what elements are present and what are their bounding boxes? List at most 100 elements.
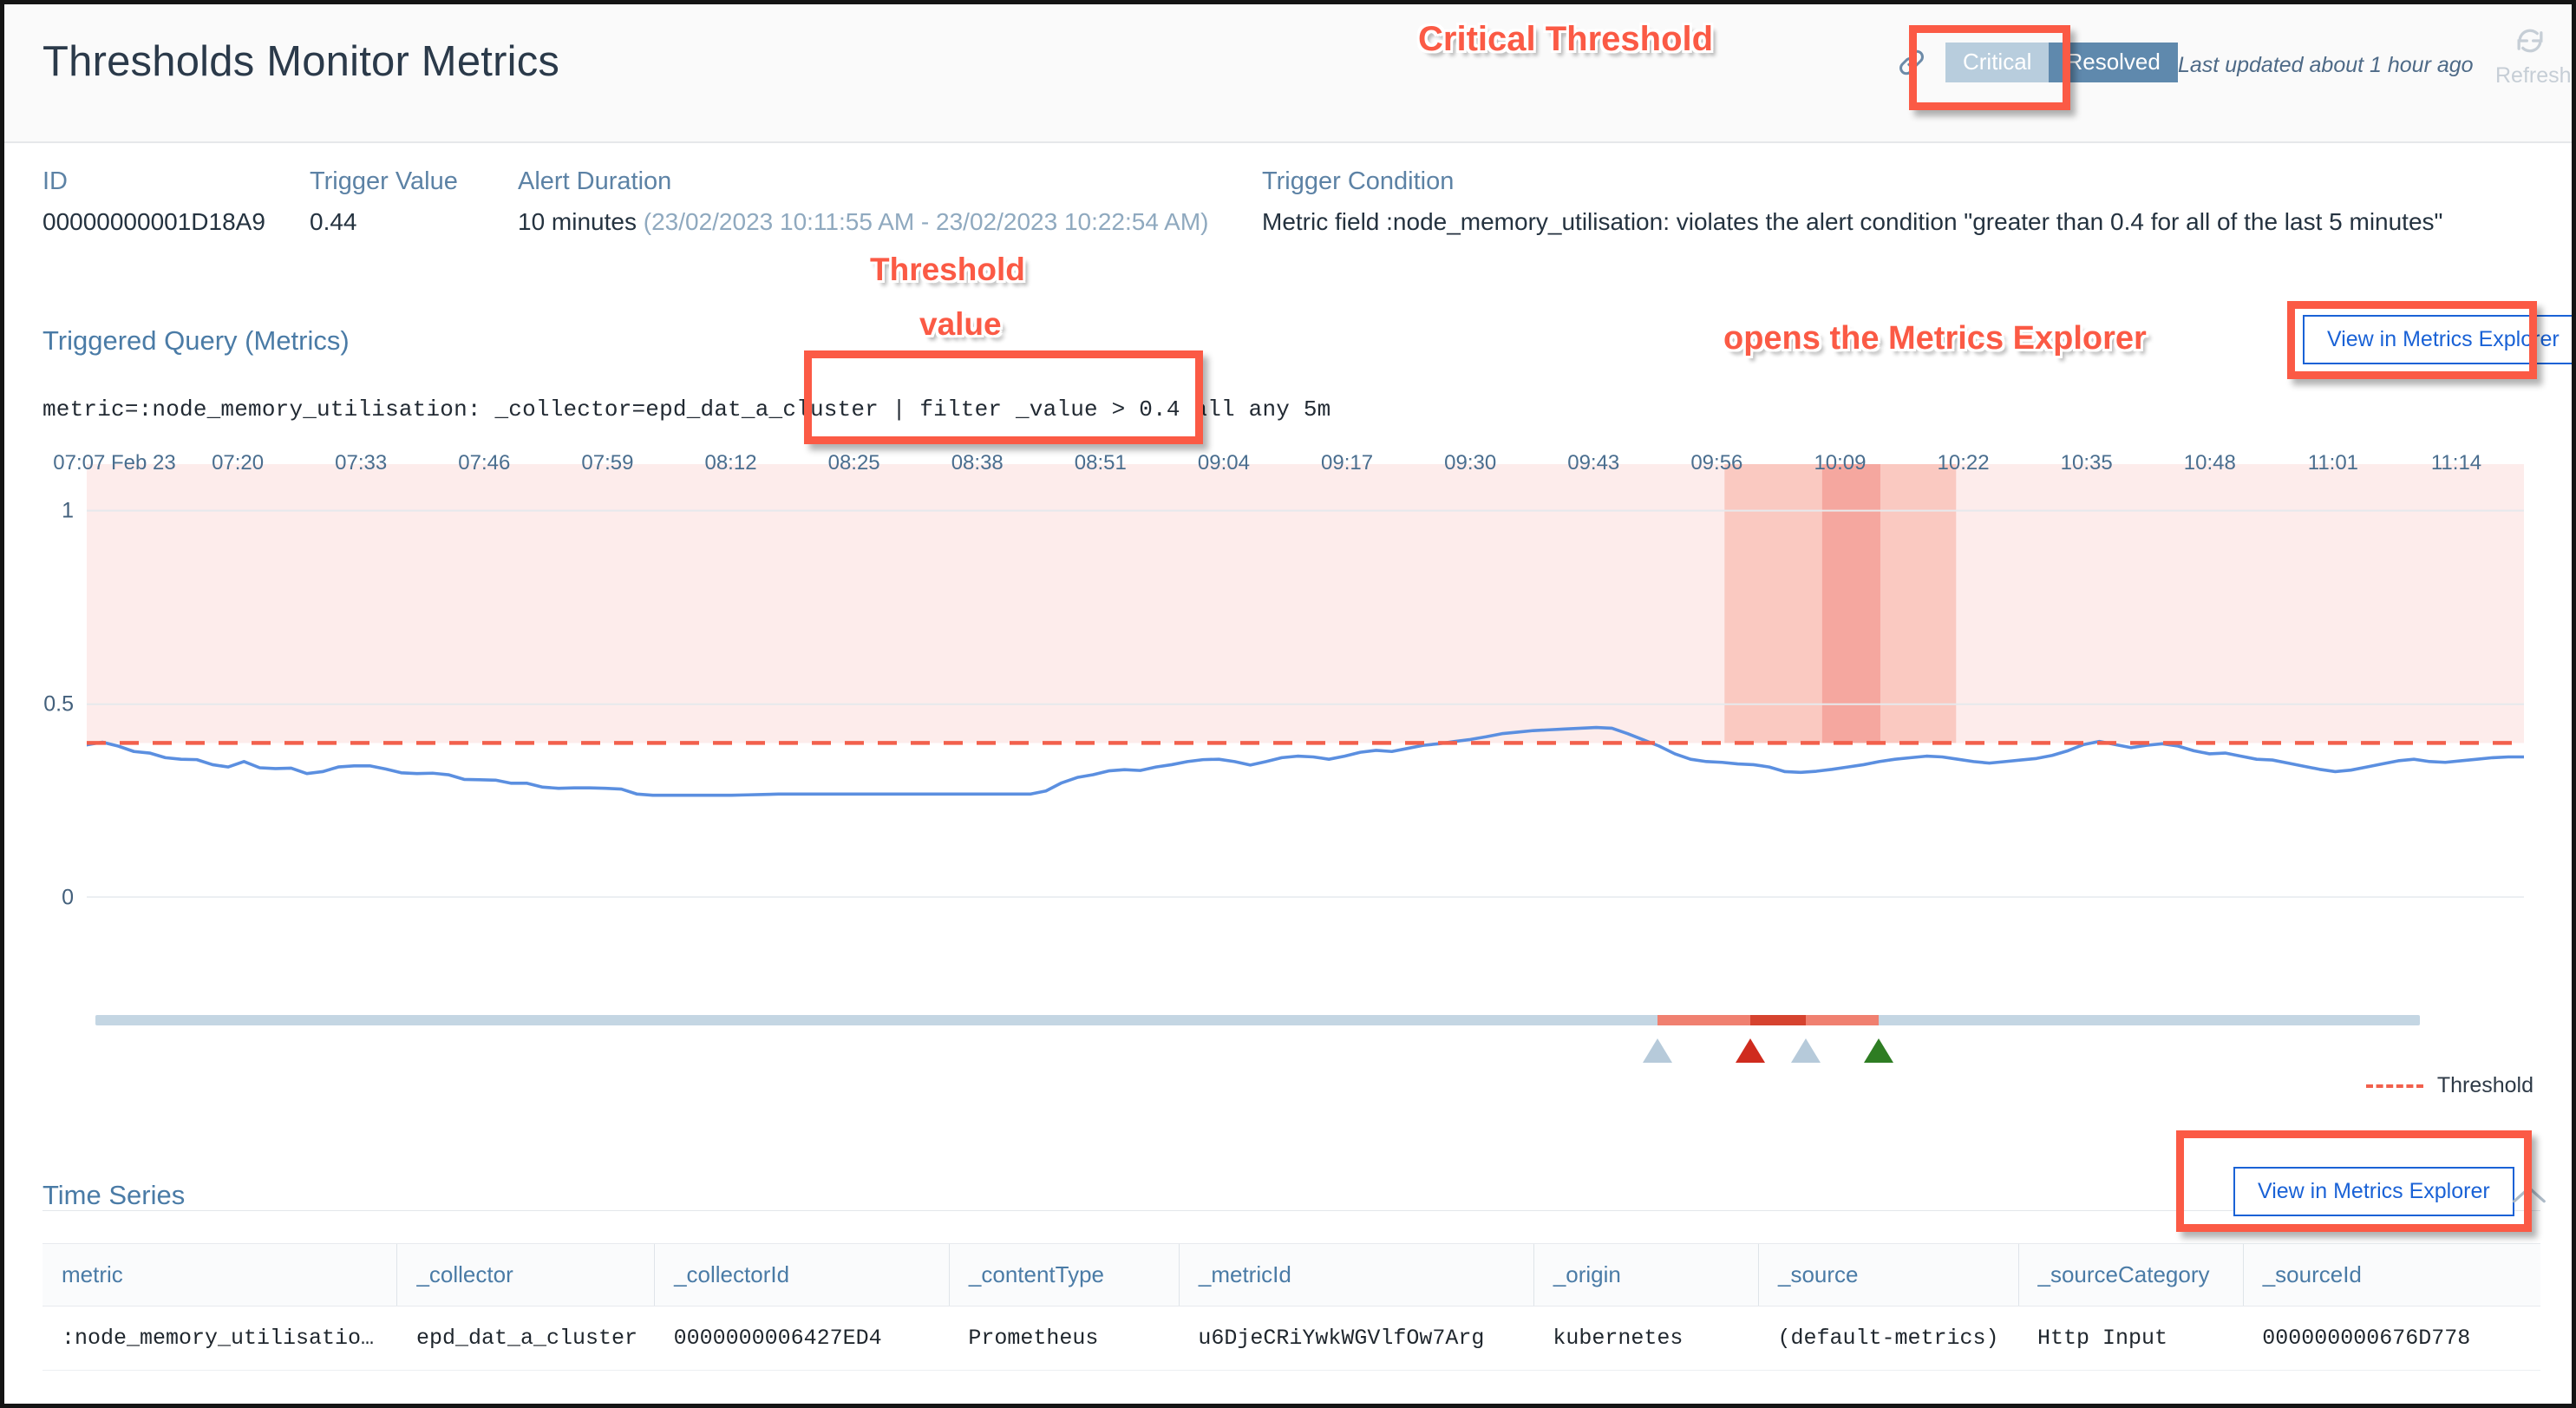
timeline-segment — [1806, 1015, 1879, 1025]
timeline-marker-warning-start[interactable] — [1642, 1038, 1672, 1063]
table-cell: 000000000676D778 — [2243, 1306, 2540, 1371]
table-column-header[interactable]: _collector — [396, 1243, 655, 1306]
chevron-up-icon[interactable] — [2509, 1180, 2549, 1214]
table-column-header[interactable]: _sourceId — [2242, 1243, 2540, 1306]
chart-svg — [85, 464, 2526, 899]
meta-trigger-value: Trigger Value 0.44 — [310, 167, 458, 236]
x-tick-label: 10:35 — [2060, 451, 2113, 475]
timeline-segment — [1750, 1015, 1807, 1025]
query-prefix: metric=:node_memory_utilisation: _collec… — [42, 396, 920, 422]
x-tick-label: 07:46 — [458, 451, 511, 475]
annotation-threshold-value-line2: value — [919, 306, 1002, 342]
table-cell: epd_dat_a_cluster — [396, 1306, 655, 1371]
x-tick-label: 08:38 — [951, 451, 1004, 475]
meta-id: ID 00000000001D18A9 — [42, 167, 265, 236]
x-tick-label: 09:04 — [1197, 451, 1250, 475]
x-tick-label: 08:51 — [1074, 451, 1127, 475]
triggered-query-title: Triggered Query (Metrics) — [42, 325, 350, 356]
query-filter-clause: filter _value > 0.4 all any 5m — [919, 396, 1331, 422]
table-column-header[interactable]: _metricId — [1178, 1243, 1534, 1306]
x-tick-label: 10:22 — [1937, 451, 1990, 475]
table-cell: u6DjeCRiYwkWGVlfOw7Arg — [1179, 1306, 1534, 1371]
table-cell: kubernetes — [1533, 1306, 1759, 1371]
meta-trigger-condition-label: Trigger Condition — [1262, 167, 1455, 195]
table-column-header[interactable]: metric — [42, 1243, 397, 1306]
metrics-chart[interactable]: 0 0.5 1 — [4, 464, 2572, 1002]
x-tick-label: 08:12 — [704, 451, 757, 475]
x-tick-label: 09:43 — [1567, 451, 1620, 475]
timeline-marker-critical[interactable] — [1736, 1038, 1766, 1063]
page-header: Thresholds Monitor Metrics Critical Reso… — [4, 4, 2572, 143]
violation-band — [87, 464, 2524, 743]
x-tick-label: 11:01 — [2307, 451, 2359, 475]
y-tick-label: 0.5 — [43, 691, 74, 717]
chart-x-axis: 07:07 Feb 23 07:20 07:33 07:46 07:59 08:12 08:… — [53, 451, 2524, 494]
alert-meta-row: ID 00000000001D18A9 Trigger Value 0.44 A… — [4, 167, 2572, 263]
table-header-row: metric _collector _collectorId _contentType… — [42, 1243, 2540, 1306]
thresholds-monitor-metrics-page: Thresholds Monitor Metrics Critical Reso… — [0, 0, 2576, 1408]
alert-window-band-2 — [1880, 464, 1957, 743]
table-column-header[interactable]: _source — [1758, 1243, 2019, 1306]
x-tick-label: 10:48 — [2183, 451, 2236, 475]
x-tick-label: 09:30 — [1444, 451, 1497, 475]
page-title: Thresholds Monitor Metrics — [42, 38, 560, 85]
status-tab-critical[interactable]: Critical — [1945, 43, 2050, 82]
time-series-table-head: metric _collector _collectorId _contentType… — [42, 1243, 2540, 1306]
table-row[interactable]: :node_memory_utilisatio… epd_dat_a_cluste… — [42, 1306, 2540, 1371]
timeline-marker-warning-end[interactable] — [1791, 1038, 1821, 1063]
y-tick-label: 0 — [62, 885, 74, 910]
x-tick-label: 07:07 Feb 23 — [53, 451, 176, 475]
timeline-marker-resolved[interactable] — [1863, 1038, 1893, 1063]
table-column-header[interactable]: _origin — [1533, 1243, 1759, 1306]
status-filter-group: Critical Resolved — [1895, 43, 2178, 82]
view-in-metrics-explorer-button-top[interactable]: View in Metrics Explorer — [2303, 315, 2572, 364]
time-series-table: metric _collector _collectorId _contentType… — [42, 1243, 2540, 1371]
alert-window-band-1 — [1821, 464, 1881, 743]
table-cell: :node_memory_utilisatio… — [42, 1306, 397, 1371]
x-tick-label: 07:33 — [335, 451, 388, 475]
table-column-header[interactable]: _sourceCategory — [2017, 1243, 2244, 1306]
threshold-legend-label: Threshold — [2436, 1073, 2534, 1097]
table-cell: Prometheus — [949, 1306, 1180, 1371]
time-series-table-body: :node_memory_utilisatio… epd_dat_a_cluste… — [42, 1306, 2540, 1371]
timeline-segment — [1657, 1015, 1751, 1025]
refresh-button[interactable]: Refresh — [2495, 22, 2572, 88]
meta-trigger-value-text: 0.44 — [310, 208, 357, 235]
table-cell: Http Input — [2018, 1306, 2244, 1371]
refresh-icon — [2517, 29, 2543, 53]
x-tick-label: 10:09 — [1814, 451, 1867, 475]
table-column-header[interactable]: _collectorId — [654, 1243, 950, 1306]
x-tick-label: 09:56 — [1690, 451, 1743, 475]
chart-legend: Threshold — [2365, 1073, 2534, 1098]
x-tick-label: 11:14 — [2430, 451, 2482, 475]
annotation-opens-metrics-explorer: opens the Metrics Explorer — [1723, 320, 2147, 357]
meta-id-value: 00000000001D18A9 — [42, 208, 265, 235]
alert-duration-range: (23/02/2023 10:11:55 AM - 23/02/2023 10:… — [643, 208, 1209, 235]
alert-window-band-0 — [1724, 464, 1822, 743]
last-updated-text: Last updated about 1 hour ago — [2178, 53, 2474, 77]
chart-y-axis: 0 0.5 1 — [4, 464, 82, 909]
status-tab-resolved[interactable]: Resolved — [2049, 43, 2178, 82]
status-segmented-control: Critical Resolved — [1945, 43, 2178, 82]
meta-alert-duration-label: Alert Duration — [518, 167, 672, 195]
threshold-legend-dash-icon — [2365, 1084, 2423, 1088]
table-cell: (default-metrics) — [1758, 1306, 2019, 1371]
meta-alert-duration-value: 10 minutes (23/02/2023 10:11:55 AM - 23/… — [518, 208, 1209, 236]
refresh-label: Refresh — [2495, 63, 2572, 88]
meta-id-label: ID — [42, 167, 68, 195]
time-series-divider — [42, 1210, 2540, 1211]
link-icon[interactable] — [1895, 46, 1928, 79]
view-in-metrics-explorer-button-bottom[interactable]: View in Metrics Explorer — [2233, 1167, 2514, 1216]
x-tick-label: 07:59 — [581, 451, 634, 475]
meta-trigger-condition-value: Metric field :node_memory_utilisation: v… — [1262, 208, 2443, 235]
x-tick-label: 08:25 — [827, 451, 880, 475]
alert-timeline-markers — [95, 1038, 2420, 1073]
meta-trigger-value-label: Trigger Value — [310, 167, 458, 195]
alert-timeline-bar[interactable] — [95, 1015, 2420, 1025]
x-tick-label: 09:17 — [1321, 451, 1374, 475]
table-cell: 0000000006427ED4 — [654, 1306, 950, 1371]
chart-plot-area[interactable] — [85, 464, 2526, 899]
table-column-header[interactable]: _contentType — [948, 1243, 1180, 1306]
time-series-title: Time Series — [42, 1180, 186, 1210]
alert-duration-text: 10 minutes — [518, 208, 637, 235]
